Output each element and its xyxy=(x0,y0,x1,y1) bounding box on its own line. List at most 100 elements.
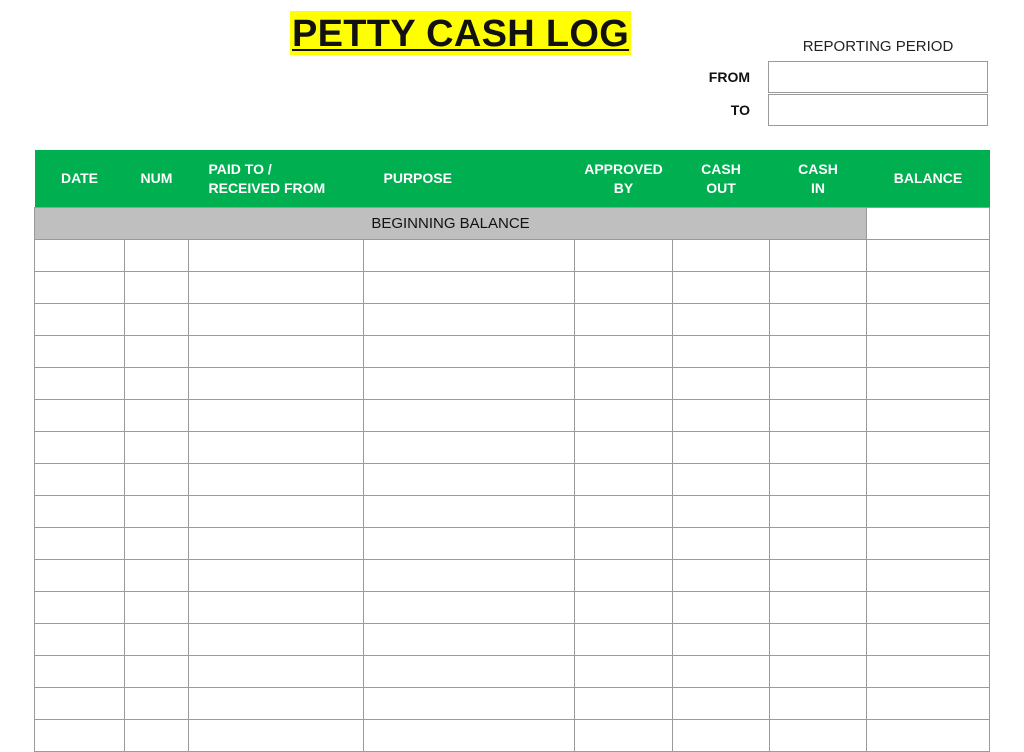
cell-paid[interactable] xyxy=(188,687,364,720)
cell-paid[interactable] xyxy=(188,623,364,656)
cell-purpose[interactable] xyxy=(363,335,575,368)
cell-bal[interactable] xyxy=(866,431,990,464)
cell-out[interactable] xyxy=(672,335,770,368)
cell-date[interactable] xyxy=(34,495,125,528)
cell-approved[interactable] xyxy=(574,655,673,688)
cell-num[interactable] xyxy=(124,463,189,496)
cell-purpose[interactable] xyxy=(363,623,575,656)
cell-paid[interactable] xyxy=(188,335,364,368)
cell-out[interactable] xyxy=(672,559,770,592)
beginning-balance-cell[interactable] xyxy=(866,207,990,240)
cell-out[interactable] xyxy=(672,495,770,528)
cell-date[interactable] xyxy=(34,559,125,592)
cell-bal[interactable] xyxy=(866,623,990,656)
cell-bal[interactable] xyxy=(866,495,990,528)
cell-in[interactable] xyxy=(769,239,867,272)
cell-date[interactable] xyxy=(34,655,125,688)
cell-num[interactable] xyxy=(124,687,189,720)
cell-num[interactable] xyxy=(124,399,189,432)
cell-date[interactable] xyxy=(34,591,125,624)
cell-purpose[interactable] xyxy=(363,303,575,336)
cell-out[interactable] xyxy=(672,303,770,336)
cell-approved[interactable] xyxy=(574,335,673,368)
cell-in[interactable] xyxy=(769,335,867,368)
to-date-field[interactable] xyxy=(768,94,988,126)
cell-date[interactable] xyxy=(34,463,125,496)
cell-bal[interactable] xyxy=(866,303,990,336)
cell-date[interactable] xyxy=(34,303,125,336)
cell-paid[interactable] xyxy=(188,655,364,688)
cell-out[interactable] xyxy=(672,239,770,272)
cell-purpose[interactable] xyxy=(363,527,575,560)
cell-in[interactable] xyxy=(769,527,867,560)
cell-purpose[interactable] xyxy=(363,655,575,688)
cell-paid[interactable] xyxy=(188,495,364,528)
cell-date[interactable] xyxy=(34,335,125,368)
cell-num[interactable] xyxy=(124,719,189,752)
cell-out[interactable] xyxy=(672,591,770,624)
cell-num[interactable] xyxy=(124,495,189,528)
cell-approved[interactable] xyxy=(574,495,673,528)
cell-approved[interactable] xyxy=(574,559,673,592)
cell-approved[interactable] xyxy=(574,303,673,336)
cell-purpose[interactable] xyxy=(363,271,575,304)
cell-in[interactable] xyxy=(769,367,867,400)
cell-num[interactable] xyxy=(124,655,189,688)
cell-approved[interactable] xyxy=(574,687,673,720)
cell-num[interactable] xyxy=(124,623,189,656)
cell-date[interactable] xyxy=(34,271,125,304)
cell-bal[interactable] xyxy=(866,591,990,624)
cell-in[interactable] xyxy=(769,271,867,304)
cell-purpose[interactable] xyxy=(363,495,575,528)
cell-bal[interactable] xyxy=(866,239,990,272)
cell-out[interactable] xyxy=(672,527,770,560)
cell-paid[interactable] xyxy=(188,591,364,624)
cell-in[interactable] xyxy=(769,559,867,592)
cell-approved[interactable] xyxy=(574,591,673,624)
cell-date[interactable] xyxy=(34,431,125,464)
cell-num[interactable] xyxy=(124,527,189,560)
cell-date[interactable] xyxy=(34,719,125,752)
cell-purpose[interactable] xyxy=(363,687,575,720)
cell-approved[interactable] xyxy=(574,239,673,272)
cell-num[interactable] xyxy=(124,367,189,400)
cell-out[interactable] xyxy=(672,623,770,656)
from-date-field[interactable] xyxy=(768,61,988,93)
cell-out[interactable] xyxy=(672,271,770,304)
cell-bal[interactable] xyxy=(866,463,990,496)
cell-bal[interactable] xyxy=(866,655,990,688)
cell-approved[interactable] xyxy=(574,367,673,400)
cell-date[interactable] xyxy=(34,623,125,656)
cell-paid[interactable] xyxy=(188,431,364,464)
cell-out[interactable] xyxy=(672,655,770,688)
cell-bal[interactable] xyxy=(866,271,990,304)
cell-out[interactable] xyxy=(672,399,770,432)
cell-num[interactable] xyxy=(124,303,189,336)
cell-paid[interactable] xyxy=(188,527,364,560)
cell-approved[interactable] xyxy=(574,623,673,656)
cell-bal[interactable] xyxy=(866,527,990,560)
cell-paid[interactable] xyxy=(188,367,364,400)
cell-purpose[interactable] xyxy=(363,719,575,752)
cell-purpose[interactable] xyxy=(363,463,575,496)
cell-out[interactable] xyxy=(672,719,770,752)
cell-paid[interactable] xyxy=(188,719,364,752)
cell-date[interactable] xyxy=(34,687,125,720)
cell-bal[interactable] xyxy=(866,719,990,752)
cell-purpose[interactable] xyxy=(363,399,575,432)
cell-out[interactable] xyxy=(672,687,770,720)
cell-out[interactable] xyxy=(672,431,770,464)
cell-date[interactable] xyxy=(34,399,125,432)
cell-in[interactable] xyxy=(769,399,867,432)
cell-out[interactable] xyxy=(672,367,770,400)
cell-approved[interactable] xyxy=(574,431,673,464)
cell-paid[interactable] xyxy=(188,271,364,304)
cell-in[interactable] xyxy=(769,303,867,336)
cell-bal[interactable] xyxy=(866,367,990,400)
cell-purpose[interactable] xyxy=(363,431,575,464)
cell-in[interactable] xyxy=(769,463,867,496)
cell-purpose[interactable] xyxy=(363,239,575,272)
cell-in[interactable] xyxy=(769,687,867,720)
cell-paid[interactable] xyxy=(188,559,364,592)
cell-approved[interactable] xyxy=(574,719,673,752)
